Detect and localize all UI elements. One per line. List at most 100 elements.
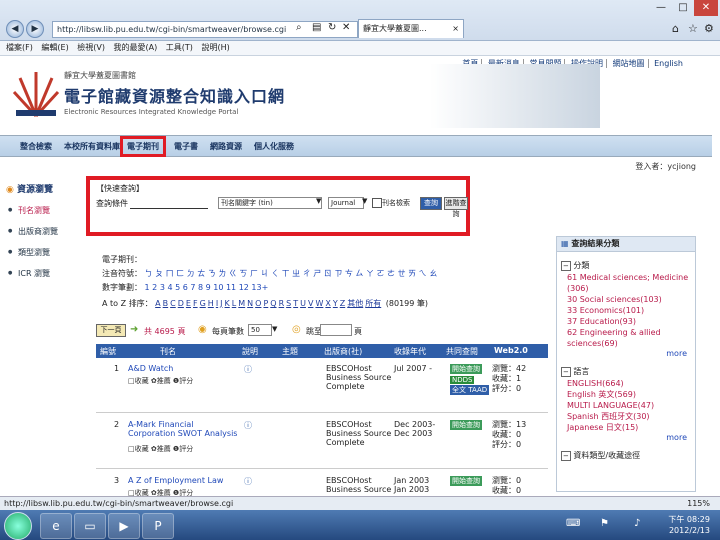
forward-icon[interactable]: ▶ [26,20,44,38]
az-letter-link[interactable]: A [155,299,160,308]
facet-item[interactable]: 61 Medical sciences; Medicine (306) [557,272,695,294]
browser-tab[interactable]: 靜宜大學蓋夏圖... × [358,19,464,38]
menu-view[interactable]: 檢視(V) [77,43,105,52]
facet-group-header[interactable]: − 分類 [557,260,695,272]
info-icon[interactable]: ⓘ [244,476,252,487]
stroke-links[interactable]: 1 2 3 4 5 6 7 8 9 10 11 12 13+ [145,283,269,292]
az-letter-link[interactable]: 所有 [365,299,381,308]
arrow-right-icon[interactable]: ➜ [130,324,138,335]
settings-gear-icon[interactable]: ⚙ [704,22,714,35]
az-letter-link[interactable]: D [178,299,184,308]
journal-title-link[interactable]: A&D Watch [128,364,238,373]
facet-item[interactable]: 62 Engineering & allied sciences(69) [557,327,695,349]
open-query-button[interactable]: 開始查詢 [450,364,482,374]
goto-page-input[interactable] [320,324,352,336]
collapse-icon[interactable]: − [561,451,571,461]
facet-item[interactable]: English 英文(569) [557,389,695,400]
az-letter-link[interactable]: F [193,299,198,308]
favorites-star-icon[interactable]: ☆ [688,22,698,35]
chevron-down-icon[interactable]: ▼ [316,197,321,205]
az-letter-link[interactable]: K [225,299,230,308]
info-icon[interactable]: ⓘ [244,420,252,431]
start-button-icon[interactable] [4,512,32,540]
keyboard-icon[interactable]: ⌨ [566,518,580,529]
next-page-button[interactable]: 下一頁 [96,324,126,337]
collapse-icon[interactable]: − [561,261,571,271]
row-tools[interactable]: □收藏 ✿推薦 ❶評分 [128,376,193,386]
facet-item[interactable]: 37 Education(93) [557,316,695,327]
az-letter-link[interactable]: N [247,299,253,308]
az-letter-link[interactable]: X [325,299,330,308]
row-tools[interactable]: □收藏 ✿推薦 ❶評分 [128,444,193,454]
facet-item[interactable]: 30 Social sciences(103) [557,294,695,305]
fulltext-button[interactable]: 全文 TAAD [450,385,490,395]
az-letter-link[interactable]: L [232,299,236,308]
az-letter-link[interactable]: U [300,299,306,308]
menu-file[interactable]: 檔案(F) [6,43,33,52]
type-select[interactable]: Journal [328,197,364,209]
minimize-icon[interactable]: — [650,0,672,16]
az-letter-link[interactable]: S [286,299,291,308]
az-letter-link[interactable]: J [220,299,222,308]
nav-personal-service[interactable]: 個人化服務 [254,141,294,152]
stop-icon[interactable]: ✕ [342,22,350,33]
sidebar-item-type[interactable]: 類型瀏覽 [6,247,84,258]
facet-item[interactable]: MULTI LANGUAGE(47) [557,400,695,411]
az-letter-link[interactable]: V [308,299,313,308]
per-page-select[interactable]: 50 [248,324,272,336]
journal-title-link[interactable]: A Z of Employment Law [128,476,238,485]
az-letter-link[interactable]: Z [340,299,345,308]
nav-web-resources[interactable]: 網路資源 [210,141,242,152]
facet-more-link[interactable]: more [557,433,695,442]
top-link-sitemap[interactable]: 網站地圖 [609,59,649,68]
facet-item[interactable]: 33 Economics(101) [557,305,695,316]
az-letter-link[interactable]: T [293,299,298,308]
system-clock[interactable]: 下午 08:29 2012/2/13 [668,514,710,536]
info-icon[interactable]: ⓘ [244,364,252,375]
facet-group-header[interactable]: − 語言 [557,366,695,378]
search-icon[interactable]: ⌕ [296,22,302,33]
maximize-icon[interactable]: □ [672,0,694,16]
nav-ejournals[interactable]: 電子期刊 [120,136,166,157]
powerpoint-taskbar-icon[interactable]: P [142,513,174,539]
az-letter-link[interactable]: C [170,299,176,308]
nav-all-databases[interactable]: 本校所有資料庫 [64,141,120,152]
menu-tools[interactable]: 工具(T) [166,43,193,52]
az-letter-link[interactable]: Y [333,299,338,308]
az-letter-link[interactable]: Q [270,299,276,308]
az-letter-link[interactable]: R [279,299,285,308]
menu-favorites[interactable]: 我的最愛(A) [114,43,158,52]
menu-edit[interactable]: 編輯(E) [41,43,68,52]
az-letter-link[interactable]: B [163,299,169,308]
folder-taskbar-icon[interactable]: ▭ [74,513,106,539]
nav-ebooks[interactable]: 電子書 [174,141,198,152]
zoom-level[interactable]: 115% [687,497,710,511]
az-letter-link[interactable]: W [315,299,323,308]
zhuyin-links[interactable]: ㄅ ㄆ ㄇ ㄈ ㄉ ㄊ ㄋ ㄌ ㄍ ㄎ ㄏ ㄐ ㄑ ㄒ ㄓ ㄔ ㄕ ㄖ ㄗ ㄘ … [145,269,438,278]
facet-item[interactable]: Japanese 日文(15) [557,422,695,433]
close-icon[interactable]: ✕ [694,0,718,16]
compat-icon[interactable]: ▤ [312,22,321,33]
az-letter-link[interactable]: M [238,299,245,308]
menu-help[interactable]: 說明(H) [201,43,229,52]
refresh-icon[interactable]: ↻ [328,22,336,33]
sidebar-item-publisher[interactable]: 出版商瀏覽 [6,226,84,237]
volume-icon[interactable]: ♪ [634,518,640,529]
az-letter-link[interactable]: G [200,299,206,308]
facet-group-header[interactable]: − 資料類型/收藏途徑 [557,450,695,462]
facet-item[interactable]: ENGLISH(664) [557,378,695,389]
facet-item[interactable]: Spanish 西班牙文(30) [557,411,695,422]
az-letter-link[interactable]: I [216,299,218,308]
search-go-button[interactable]: 查詢 [420,197,442,210]
advanced-search-button[interactable]: 進階查詢 [444,197,468,218]
ndds-button[interactable]: NDDS [450,376,475,384]
title-search-checkbox[interactable] [372,198,382,208]
sidebar-item-title[interactable]: 刊名瀏覽 [6,205,84,216]
flag-icon[interactable]: ⚑ [600,518,609,529]
media-taskbar-icon[interactable]: ▶ [108,513,140,539]
open-query-button[interactable]: 開始查詢 [450,420,482,430]
tab-close-icon[interactable]: × [452,20,459,38]
journal-title-link[interactable]: A-Mark Financial Corporation SWOT Analys… [128,420,238,438]
home-icon[interactable]: ⌂ [672,22,679,35]
nav-integrated-search[interactable]: 整合檢索 [20,141,52,152]
